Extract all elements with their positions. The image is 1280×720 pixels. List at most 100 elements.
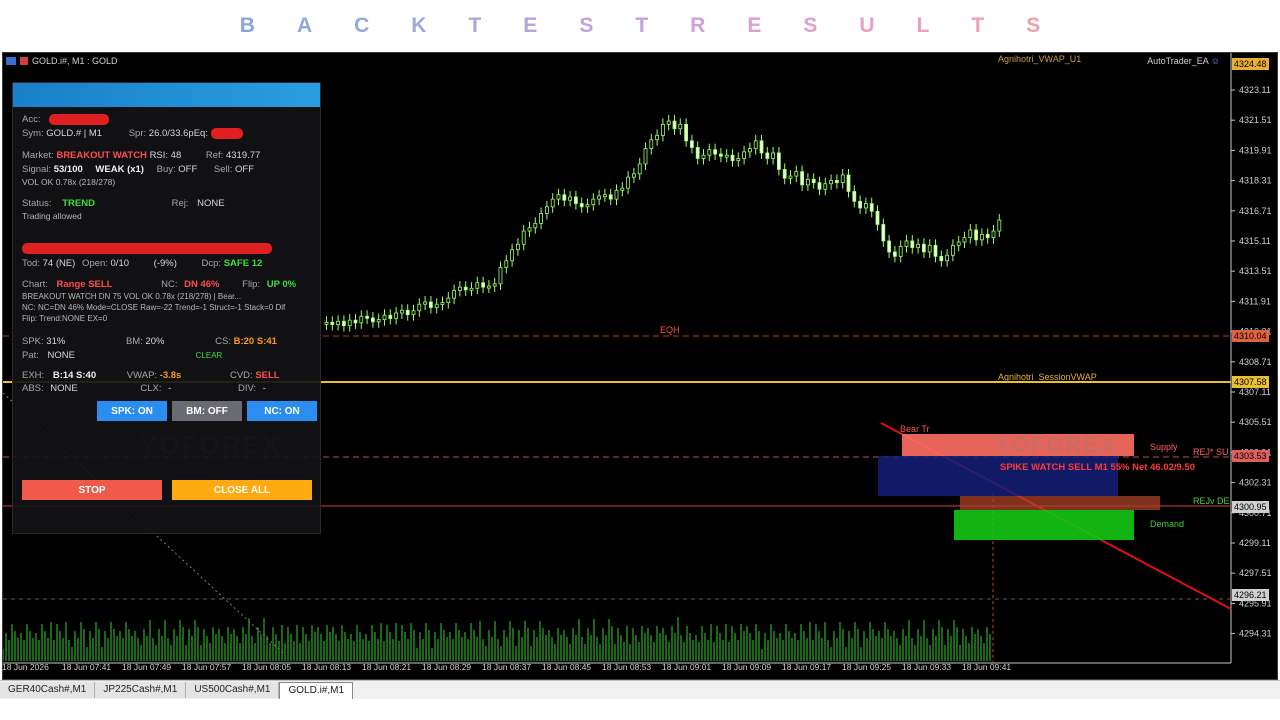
candle-body xyxy=(504,260,509,268)
cvd-value: SELL xyxy=(255,370,280,381)
ref-label: Ref: xyxy=(205,150,224,161)
candle-body xyxy=(643,148,648,165)
signal-row: Signal: 53/100 WEAK (x1) Buy: OFF Sell: … xyxy=(22,164,254,175)
time-tick-label: 18 Jun 09:09 xyxy=(722,662,772,672)
div-label: DIV: xyxy=(237,383,257,394)
price-tick-label: 4313.51 xyxy=(1239,266,1272,276)
banner-letter: T xyxy=(971,14,985,37)
chart-tab[interactable]: US500Cash#,M1 xyxy=(186,682,280,698)
candle-body xyxy=(574,196,578,204)
chart-tab[interactable]: GER40Cash#,M1 xyxy=(0,682,96,698)
candle-body xyxy=(486,285,491,289)
time-tick-label: 18 Jun 08:29 xyxy=(422,662,472,672)
candle-body xyxy=(829,180,833,185)
orange-zone xyxy=(960,496,1160,510)
tod-label: Tod: xyxy=(22,258,40,269)
candle-body xyxy=(608,194,613,200)
chart-menu-icon[interactable] xyxy=(6,57,16,65)
chart-tab[interactable]: JP225Cash#,M1 xyxy=(95,682,187,698)
cs-label: CS: xyxy=(215,336,231,347)
banner-letter: T xyxy=(635,14,649,37)
candle-body xyxy=(492,283,497,287)
pat-value: NONE xyxy=(47,350,75,361)
dcp-value: SAFE 12 xyxy=(223,258,263,269)
candle-body xyxy=(678,123,683,130)
candle-body xyxy=(521,230,526,245)
candle-body xyxy=(753,140,758,149)
banner-letter: A xyxy=(296,14,313,37)
chart-tab-bar: GER40Cash#,M1 JP225Cash#,M1 US500Cash#,M1 G… xyxy=(0,680,1280,699)
time-tick-label: 18 Jun 08:13 xyxy=(302,662,352,672)
spk-toggle-button[interactable]: SPK: ON xyxy=(97,401,167,421)
chart-tab[interactable]: GOLD.i#,M1 xyxy=(279,682,354,699)
detail-line-2: NC: NC=DN 46% Mode=CLOSE Raw=-22 Trend=-… xyxy=(22,303,286,312)
candle-body xyxy=(748,148,752,153)
time-tick-label: 18 Jun 07:57 xyxy=(182,662,232,672)
candle-body xyxy=(330,321,335,325)
candle-body xyxy=(463,286,468,291)
chart-title-text: GOLD.i#, M1 : GOLD xyxy=(32,56,118,66)
candle-body xyxy=(782,169,787,179)
candle-body xyxy=(846,174,851,192)
price-tick-label: 4315.11 xyxy=(1239,236,1271,246)
candle-body xyxy=(434,303,439,308)
candle-body xyxy=(423,301,428,305)
banner-letter: E xyxy=(747,14,762,37)
candle-body xyxy=(666,120,671,125)
candle-body xyxy=(701,154,706,159)
time-axis: 18 Jun 2026 18 Jun 07:41 18 Jun 07:49 18 Ju… xyxy=(0,662,1230,676)
candle-body xyxy=(736,158,741,162)
candle-body xyxy=(956,241,961,246)
spr-value: 26.0/33.6pEq: xyxy=(148,128,208,140)
candle-body xyxy=(336,320,341,325)
candle-body xyxy=(353,319,358,324)
banner-letter: L xyxy=(916,14,930,37)
candle-body xyxy=(858,200,862,209)
market-value: BREAKOUT WATCH xyxy=(56,150,147,161)
trading-allowed-text: Trading allowed xyxy=(22,211,82,221)
candle-body xyxy=(869,203,874,212)
rej-value: NONE xyxy=(197,198,225,209)
candle-body xyxy=(713,149,717,155)
time-tick-label: 18 Jun 09:41 xyxy=(962,662,1012,672)
ea-smiley-icon: ☺ xyxy=(1210,56,1220,66)
price-tick-label: 4321.51 xyxy=(1239,115,1272,125)
candle-body xyxy=(475,282,480,289)
candle-body xyxy=(649,139,654,149)
candle-body xyxy=(399,309,404,314)
chart-signal-row: Chart: Range SELL NC: DN 46% Flip: UP 0% xyxy=(22,279,296,290)
candle-body xyxy=(620,187,625,191)
candle-body xyxy=(690,140,694,148)
stop-button[interactable]: STOP xyxy=(22,480,162,500)
candle-body xyxy=(614,189,619,200)
candle-body xyxy=(991,230,996,239)
flip-value: UP 0% xyxy=(266,279,297,290)
pattern-row: Pat: NONE CLEAR xyxy=(22,350,222,361)
rsi-value: RSI: 48 xyxy=(149,150,182,161)
candle-body xyxy=(405,309,410,316)
nc-toggle-button[interactable]: NC: ON xyxy=(247,401,317,421)
price-tick-label: 4307.11 xyxy=(1239,387,1271,397)
expert-advisor-name: AutoTrader_EA ☺ xyxy=(1147,56,1220,66)
redacted-account xyxy=(49,114,110,125)
price-tick-label: 4294.31 xyxy=(1239,629,1272,639)
candle-body xyxy=(974,229,978,241)
price-tag: 4307.58 xyxy=(1232,376,1269,388)
abs-row: ABS: NONE CLX: - DIV: - xyxy=(22,383,266,394)
candle-body xyxy=(719,153,723,157)
backtest-results-banner: BACKTESTRESULTS xyxy=(0,0,1280,52)
candle-body xyxy=(933,244,938,257)
candle-body xyxy=(388,314,393,319)
banner-letter: E xyxy=(523,14,538,37)
banner-letter: R xyxy=(690,14,706,37)
candle-body xyxy=(516,243,520,251)
status-label: Status: xyxy=(22,198,52,209)
candle-body xyxy=(428,301,433,308)
candle-body xyxy=(545,206,549,214)
rej-label: Rej: xyxy=(171,198,189,209)
exh-label: EXH: xyxy=(22,370,45,381)
panel-header[interactable] xyxy=(13,83,320,107)
candle-body xyxy=(823,183,828,190)
close-all-button[interactable]: CLOSE ALL xyxy=(172,480,312,500)
bm-toggle-button[interactable]: BM: OFF xyxy=(172,401,242,421)
